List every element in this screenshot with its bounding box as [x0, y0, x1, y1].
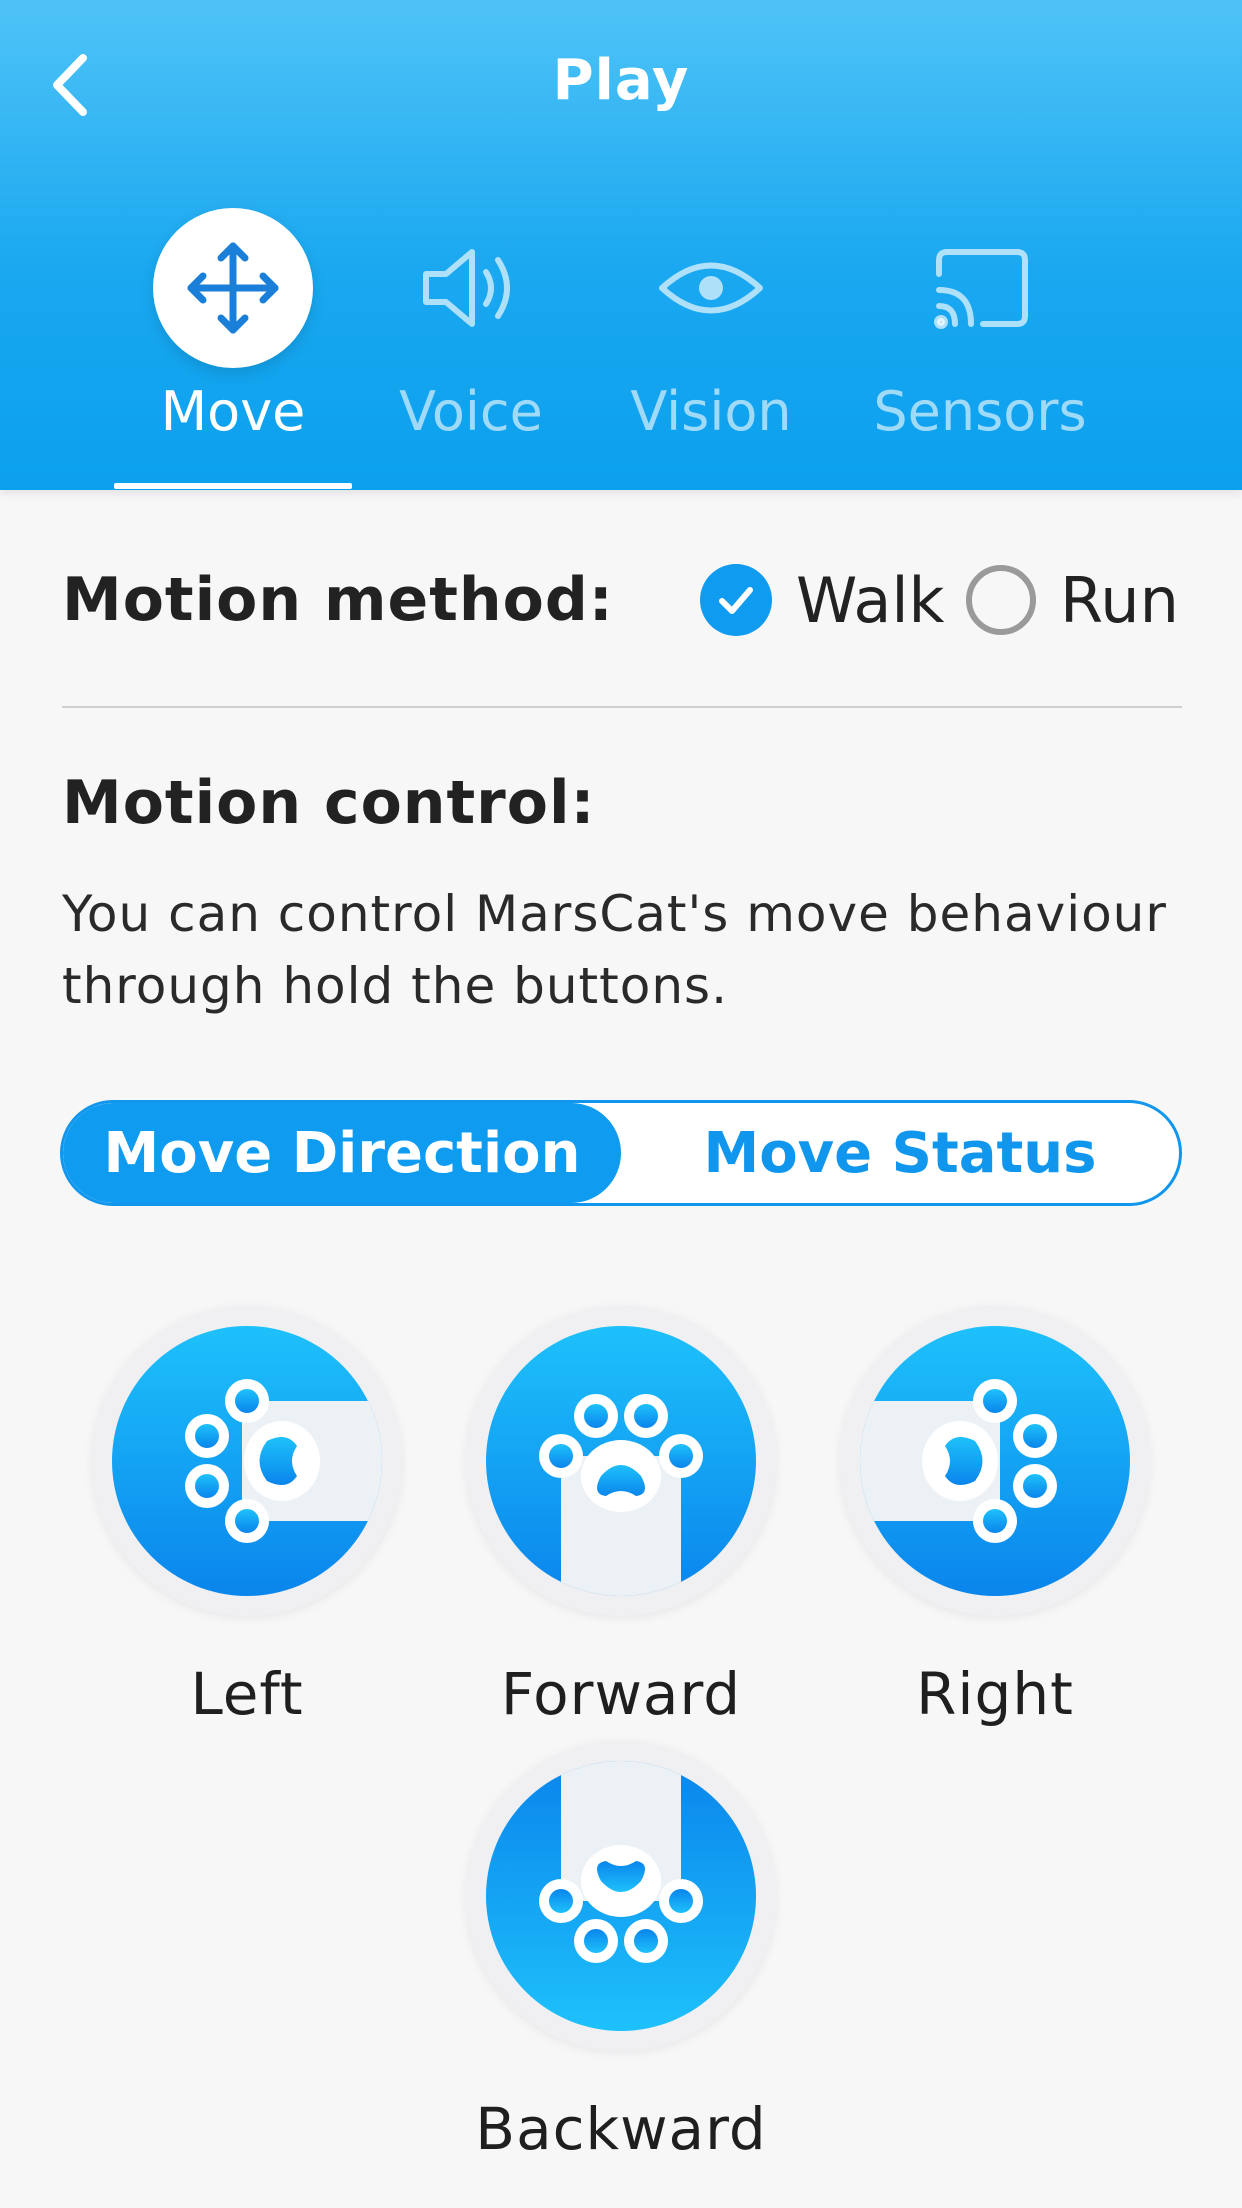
paw-left-icon [112, 1326, 382, 1596]
tab-move-label: Move [160, 380, 306, 443]
move-backward-button[interactable] [466, 1741, 776, 2051]
paw-right-icon [860, 1326, 1130, 1596]
tab-voice-icon-bg [391, 208, 551, 368]
paw-backward-icon [486, 1761, 756, 2031]
run-label: Run [1060, 563, 1179, 637]
run-radio-unchecked[interactable] [966, 565, 1036, 635]
move-forward-label: Forward [500, 1660, 742, 1728]
tab-sensors-icon-bg [900, 208, 1060, 368]
move-left-label: Left [190, 1660, 304, 1728]
move-forward-button[interactable] [466, 1306, 776, 1616]
tab-sensors[interactable]: Sensors [860, 200, 1100, 490]
move-left-button[interactable] [92, 1306, 402, 1616]
motion-method-title: Motion method: [62, 565, 614, 635]
move-right-button[interactable] [840, 1306, 1150, 1616]
move-right-label: Right [916, 1660, 1074, 1728]
motion-control-description: You can control MarsCat's move behaviour… [62, 885, 1167, 1015]
motion-control-title: Motion control: [62, 768, 596, 838]
cast-icon [934, 249, 1028, 329]
header-bar: Play Move Voice Vision Sensors [0, 0, 1242, 490]
section-divider [62, 706, 1182, 708]
move-mode-segmented-control: Move Direction Move Status [60, 1100, 1182, 1206]
tab-sensors-label: Sensors [873, 380, 1087, 443]
tab-voice-label: Voice [399, 380, 543, 443]
tab-voice[interactable]: Voice [351, 200, 591, 490]
move-backward-label: Backward [475, 2095, 767, 2163]
tab-move[interactable]: Move [113, 200, 353, 490]
tab-vision-icon-bg [631, 208, 791, 368]
tab-vision[interactable]: Vision [591, 200, 831, 490]
tab-move-icon-bg [153, 208, 313, 368]
move-direction-segment[interactable]: Move Direction [63, 1103, 621, 1203]
tab-bar: Move Voice Vision Sensors [0, 200, 1242, 490]
speaker-icon [423, 249, 510, 327]
walk-radio-option[interactable]: Walk [700, 560, 944, 640]
tab-vision-label: Vision [630, 380, 792, 443]
page-title: Play [552, 48, 690, 113]
tab-active-indicator [114, 483, 352, 489]
move-arrows-icon [187, 242, 279, 334]
walk-label: Walk [796, 563, 945, 637]
paw-forward-icon [486, 1326, 756, 1596]
walk-radio-checked[interactable] [700, 564, 772, 636]
eye-icon [659, 262, 763, 314]
run-radio-option[interactable]: Run [966, 560, 1179, 640]
checkmark-icon [719, 587, 753, 614]
move-status-segment[interactable]: Move Status [621, 1103, 1179, 1203]
